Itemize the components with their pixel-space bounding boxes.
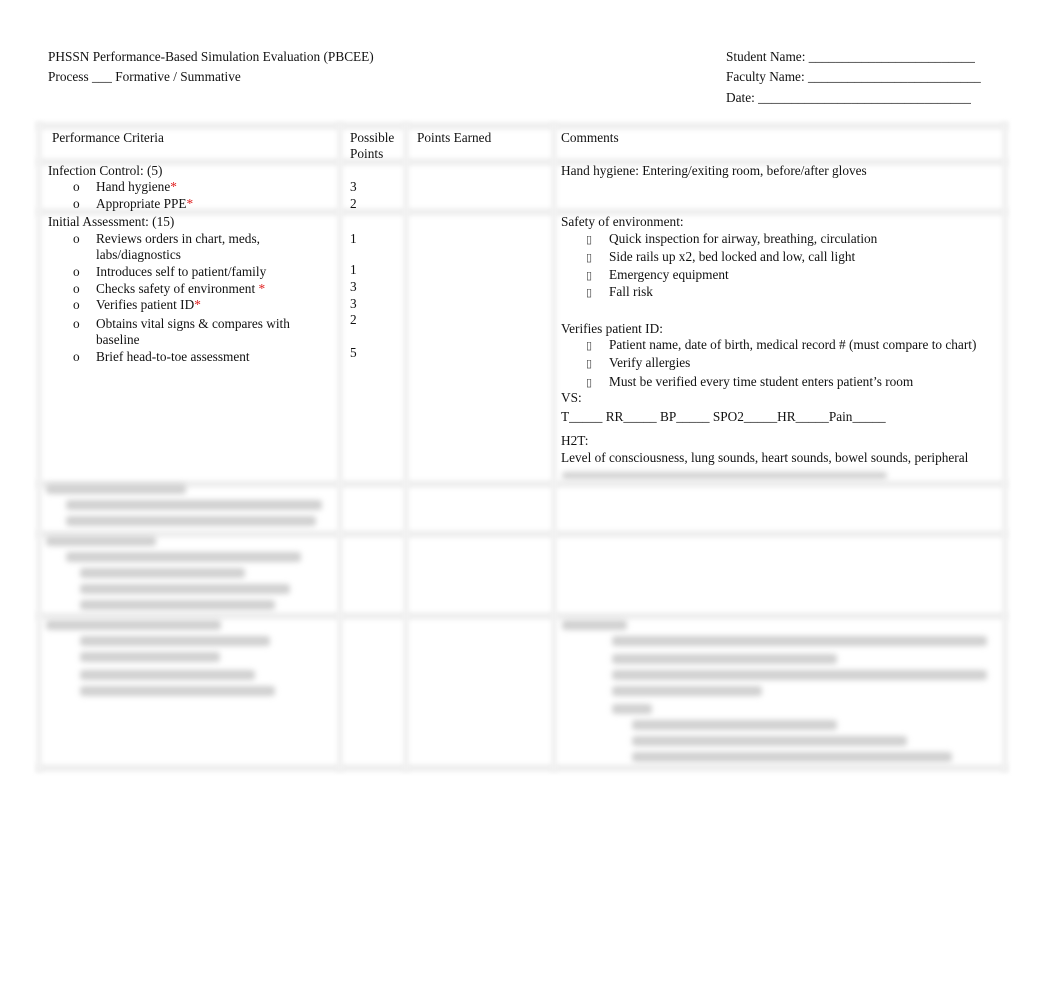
header-comments: Comments <box>561 130 619 145</box>
bullet: o <box>73 264 80 279</box>
comment-item: Patient name, date of birth, medical rec… <box>609 337 977 352</box>
bullet: o <box>73 316 80 331</box>
document-title: PHSSN Performance-Based Simulation Evalu… <box>48 49 374 64</box>
criterion-label-cont: labs/diagnostics <box>96 247 181 262</box>
comment-h2t-title: H2T: <box>561 433 589 448</box>
section-title: Infection Control: (5) <box>48 163 163 178</box>
comment-item: Must be verified every time student ente… <box>609 374 914 389</box>
header-performance-criteria: Performance Criteria <box>52 130 164 145</box>
header-points-earned: Points Earned <box>417 130 492 145</box>
bullet: o <box>73 231 80 246</box>
checkbox-square-icon: ▯ <box>586 377 593 389</box>
criterion-points: 3 <box>350 179 357 194</box>
bullet: o <box>73 179 80 194</box>
comment-hand-hygiene: Hand hygiene: Entering/exiting room, bef… <box>561 163 867 178</box>
comment-h2t-text: Level of consciousness, lung sounds, hea… <box>561 450 969 465</box>
criterion-points: 1 <box>350 262 357 277</box>
comment-item: Side rails up x2, bed locked and low, ca… <box>609 249 856 264</box>
criterion-points: 2 <box>350 196 357 211</box>
student-name-field: Student Name: _________________________ <box>726 49 975 64</box>
bullet: o <box>73 281 80 296</box>
checkbox-square-icon: ▯ <box>586 287 593 299</box>
bullet: o <box>73 349 80 364</box>
criterion-label: Brief head-to-toe assessment <box>96 349 250 364</box>
checkbox-square-icon: ▯ <box>586 270 593 282</box>
criterion-label: Hand hygiene* <box>96 179 177 194</box>
checkbox-square-icon: ▯ <box>586 252 593 264</box>
criterion-label-cont: baseline <box>96 332 140 347</box>
comment-item: Fall risk <box>609 284 653 299</box>
section-title: Initial Assessment: (15) <box>48 214 175 229</box>
bullet: o <box>73 297 80 312</box>
criterion-label: Verifies patient ID* <box>96 297 201 312</box>
comment-id-title: Verifies patient ID: <box>561 321 663 336</box>
criterion-label: Introduces self to patient/family <box>96 264 267 279</box>
criterion-label: Reviews orders in chart, meds, <box>96 231 260 246</box>
bullet: o <box>73 196 80 211</box>
criterion-points: 5 <box>350 345 357 360</box>
header-points: Points <box>350 146 384 161</box>
comment-item: Quick inspection for airway, breathing, … <box>609 231 878 246</box>
checkbox-square-icon: ▯ <box>586 340 593 352</box>
process-line: Process ___ Formative / Summative <box>48 69 241 84</box>
header-possible: Possible <box>350 130 395 145</box>
checkbox-square-icon: ▯ <box>586 234 593 246</box>
criterion-label: Appropriate PPE* <box>96 196 194 211</box>
comment-safety-title: Safety of environment: <box>561 214 684 229</box>
comment-item: Verify allergies <box>609 355 691 370</box>
date-field: Date: ________________________________ <box>726 90 971 105</box>
comment-vs-title: VS: <box>561 390 582 405</box>
criterion-points: 2 <box>350 312 357 327</box>
criterion-label: Checks safety of environment * <box>96 281 266 296</box>
criterion-label: Obtains vital signs & compares with <box>96 316 290 331</box>
checkbox-square-icon: ▯ <box>586 358 593 370</box>
criterion-points: 3 <box>350 296 357 311</box>
criterion-points: 1 <box>350 231 357 246</box>
criterion-points: 3 <box>350 279 357 294</box>
faculty-name-field: Faculty Name: __________________________ <box>726 69 981 84</box>
comment-vs-line: T_____ RR_____ BP_____ SPO2_____HR_____P… <box>561 409 886 424</box>
document-page: PHSSN Performance-Based Simulation Evalu… <box>0 0 1062 1006</box>
comment-item: Emergency equipment <box>609 267 729 282</box>
